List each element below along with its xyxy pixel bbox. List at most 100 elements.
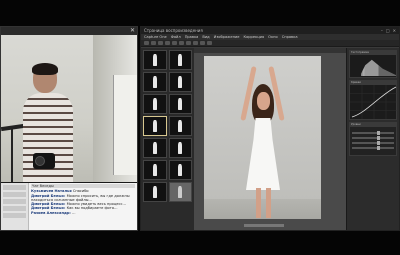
thumbnail[interactable] bbox=[168, 94, 192, 114]
thumbnail[interactable] bbox=[168, 182, 192, 202]
chat-panel: Чат беседы Кузьмичев Наталья Спасибо Дми… bbox=[1, 183, 137, 230]
thumbnail-figure bbox=[178, 97, 183, 111]
toolbar-button[interactable] bbox=[144, 41, 149, 45]
menu-item-adjust[interactable]: Коррекция bbox=[244, 34, 265, 40]
thumbnail-browser bbox=[141, 48, 194, 230]
screen: ✕ Чат беседы Кузьмичев Наталья Спасибо Д… bbox=[0, 0, 400, 255]
thumbnail-figure bbox=[178, 119, 183, 133]
photo-model-dress bbox=[246, 118, 280, 190]
curve-graph[interactable] bbox=[350, 85, 398, 119]
slider[interactable] bbox=[352, 131, 394, 135]
thumbnail[interactable] bbox=[143, 72, 167, 92]
thumbnail-figure bbox=[152, 119, 157, 133]
main-photo[interactable] bbox=[204, 56, 321, 219]
video-tripod-leg bbox=[11, 127, 13, 182]
curve-svg bbox=[350, 85, 398, 119]
thumbnail-figure bbox=[152, 53, 157, 67]
levels-sliders bbox=[350, 127, 396, 155]
video-presenter-hair bbox=[32, 63, 58, 75]
toolbar-button[interactable] bbox=[158, 41, 163, 45]
thumbnail[interactable] bbox=[168, 138, 192, 158]
thumbnail[interactable] bbox=[143, 94, 167, 114]
maximize-icon[interactable]: □ bbox=[386, 27, 390, 34]
photo-model-leg-left bbox=[256, 188, 261, 218]
photo-editor-window: Страница воспроизведения – □ ✕ Capture O… bbox=[140, 26, 400, 231]
window-title: Страница воспроизведения bbox=[144, 28, 203, 33]
thumbnail-figure bbox=[152, 163, 157, 177]
photo-floor bbox=[204, 199, 321, 219]
curve-tool[interactable]: Кривая bbox=[349, 80, 398, 120]
menu-item-app[interactable]: Capture One bbox=[144, 34, 167, 40]
thumbnail[interactable] bbox=[143, 182, 167, 202]
toolbar-button[interactable] bbox=[186, 41, 191, 45]
menu-item-image[interactable]: Изображение bbox=[214, 34, 240, 40]
thumbnail-figure bbox=[178, 163, 183, 177]
toolbar-button[interactable] bbox=[193, 41, 198, 45]
histogram-tool[interactable]: Гистограмма bbox=[349, 50, 397, 78]
chat-author: Разиев Александр: bbox=[31, 210, 71, 215]
menu-item-help[interactable]: Справка bbox=[282, 34, 298, 40]
thumbnail-figure bbox=[152, 185, 157, 199]
thumbnail[interactable] bbox=[168, 50, 192, 70]
thumbnail[interactable] bbox=[168, 160, 192, 180]
thumbnail-figure bbox=[178, 185, 183, 199]
levels-tool[interactable]: Уровни bbox=[349, 122, 397, 156]
participant-item[interactable] bbox=[3, 199, 26, 204]
chat-text: ... bbox=[72, 210, 76, 215]
participant-item[interactable] bbox=[3, 185, 26, 190]
thumbnail[interactable] bbox=[143, 50, 167, 70]
thumbnail-figure bbox=[152, 75, 157, 89]
close-icon[interactable]: ✕ bbox=[393, 27, 396, 34]
thumbnail-figure bbox=[178, 75, 183, 89]
photo-model-leg-right bbox=[266, 188, 271, 218]
webcam-panel-header: ✕ bbox=[1, 27, 137, 35]
toolbar-button[interactable] bbox=[207, 41, 212, 45]
toolbar-button[interactable] bbox=[151, 41, 156, 45]
viewer-status-bar bbox=[244, 224, 284, 227]
video-backdrop bbox=[113, 75, 137, 175]
histogram-bars bbox=[352, 59, 396, 76]
chat-header: Чат беседы bbox=[31, 184, 135, 189]
editor-workspace: Гистограмма Кривая Уровни bbox=[141, 48, 399, 230]
thumbnail-figure bbox=[152, 141, 157, 155]
thumbnail-figure bbox=[178, 141, 183, 155]
webcam-panel: ✕ Чат беседы Кузьмичев Наталья Спасибо Д… bbox=[0, 26, 138, 231]
thumbnail[interactable] bbox=[168, 72, 192, 92]
toolbar-button[interactable] bbox=[179, 41, 184, 45]
image-viewer[interactable] bbox=[194, 48, 346, 230]
menu-item-window[interactable]: Окно bbox=[268, 34, 278, 40]
camera-lens bbox=[35, 156, 45, 166]
editor-toolbar bbox=[141, 40, 399, 47]
participant-item[interactable] bbox=[3, 206, 26, 211]
photo-model-face bbox=[257, 92, 270, 110]
window-titlebar: Страница воспроизведения – □ ✕ bbox=[141, 27, 399, 34]
video-camera bbox=[33, 153, 55, 169]
slider[interactable] bbox=[352, 141, 394, 145]
menu-item-view[interactable]: Вид bbox=[202, 34, 209, 40]
menu-item-file[interactable]: Файл bbox=[171, 34, 181, 40]
thumbnail-figure bbox=[152, 97, 157, 111]
chat-message: Дмитрий Белых: Можно спросить, вы где до… bbox=[31, 194, 135, 203]
thumbnail-selected[interactable] bbox=[143, 116, 167, 136]
viewer-toolbar bbox=[194, 48, 346, 53]
chat-message: Разиев Александр: ... bbox=[31, 211, 135, 215]
toolbar-button[interactable] bbox=[200, 41, 205, 45]
participants-list bbox=[1, 183, 29, 230]
participant-item[interactable] bbox=[3, 192, 26, 197]
histogram-graph bbox=[350, 55, 396, 77]
chat-messages[interactable]: Чат беседы Кузьмичев Наталья Спасибо Дми… bbox=[29, 183, 137, 230]
thumbnail-figure bbox=[178, 53, 183, 67]
close-icon[interactable]: ✕ bbox=[130, 28, 135, 34]
thumbnail[interactable] bbox=[143, 160, 167, 180]
thumbnail[interactable] bbox=[168, 116, 192, 136]
webcam-video bbox=[1, 35, 137, 182]
toolbar-button[interactable] bbox=[165, 41, 170, 45]
slider[interactable] bbox=[352, 136, 394, 140]
toolbar-button[interactable] bbox=[172, 41, 177, 45]
tool-panel: Гистограмма Кривая Уровни bbox=[346, 48, 399, 230]
minimize-icon[interactable]: – bbox=[381, 27, 383, 34]
slider[interactable] bbox=[352, 146, 394, 150]
thumbnail[interactable] bbox=[143, 138, 167, 158]
menu-item-edit[interactable]: Правка bbox=[185, 34, 199, 40]
participant-item[interactable] bbox=[3, 213, 26, 218]
